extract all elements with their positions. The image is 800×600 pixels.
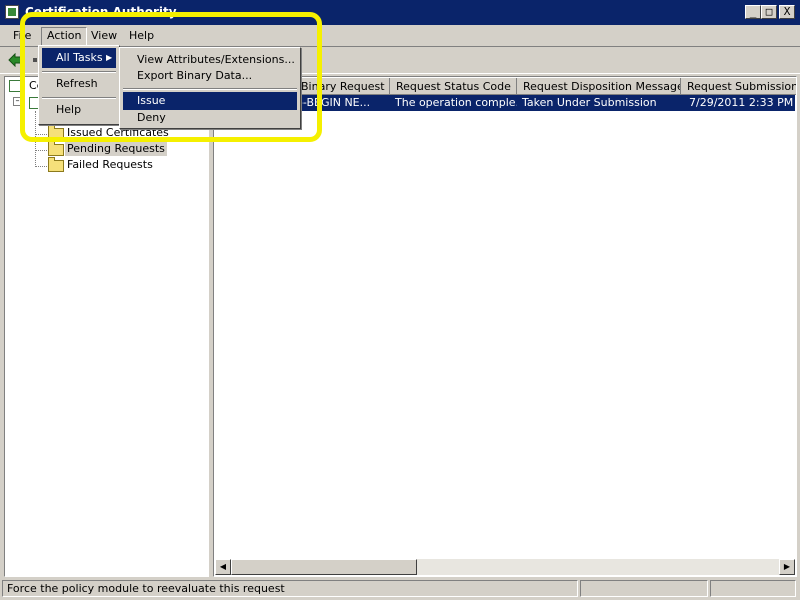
status-segment <box>710 580 796 597</box>
cell-status-code: The operation comple... <box>395 96 517 109</box>
folder-icon <box>48 157 64 172</box>
scroll-left-button[interactable]: ◀ <box>215 559 231 575</box>
maximize-button[interactable]: □ <box>761 5 777 19</box>
status-bar: Force the policy module to reevaluate th… <box>0 578 800 600</box>
column-header-request-submission-date[interactable]: Request Submission Da <box>681 78 796 95</box>
status-message: Force the policy module to reevaluate th… <box>2 580 578 597</box>
highlight-annotation <box>20 12 322 142</box>
folder-icon <box>48 141 64 156</box>
horizontal-scrollbar[interactable]: ◀ ▶ <box>215 559 795 575</box>
tree-connector <box>35 166 47 168</box>
tree-item-failed-requests[interactable]: Failed Requests <box>65 158 155 172</box>
tree-item-pending-requests[interactable]: Pending Requests <box>65 142 167 156</box>
tree-pane: Ce – Issued Certificates Pending Request… <box>4 76 209 577</box>
certificate-authority-icon <box>5 5 19 19</box>
list-pane: Binary Request Request Status Code Reque… <box>213 76 797 577</box>
column-header-request-disposition-message[interactable]: Request Disposition Message <box>517 78 681 95</box>
tree-connector <box>35 150 47 152</box>
scroll-right-button[interactable]: ▶ <box>779 559 795 575</box>
cell-disposition-message: Taken Under Submission <box>522 96 657 109</box>
cell-submission-date: 7/29/2011 2:33 PM <box>689 96 794 109</box>
status-segment <box>580 580 708 597</box>
scrollbar-thumb[interactable] <box>231 559 417 575</box>
close-button[interactable]: X <box>779 5 795 19</box>
minimize-button[interactable]: _ <box>745 5 761 19</box>
column-header-request-status-code[interactable]: Request Status Code <box>390 78 517 95</box>
